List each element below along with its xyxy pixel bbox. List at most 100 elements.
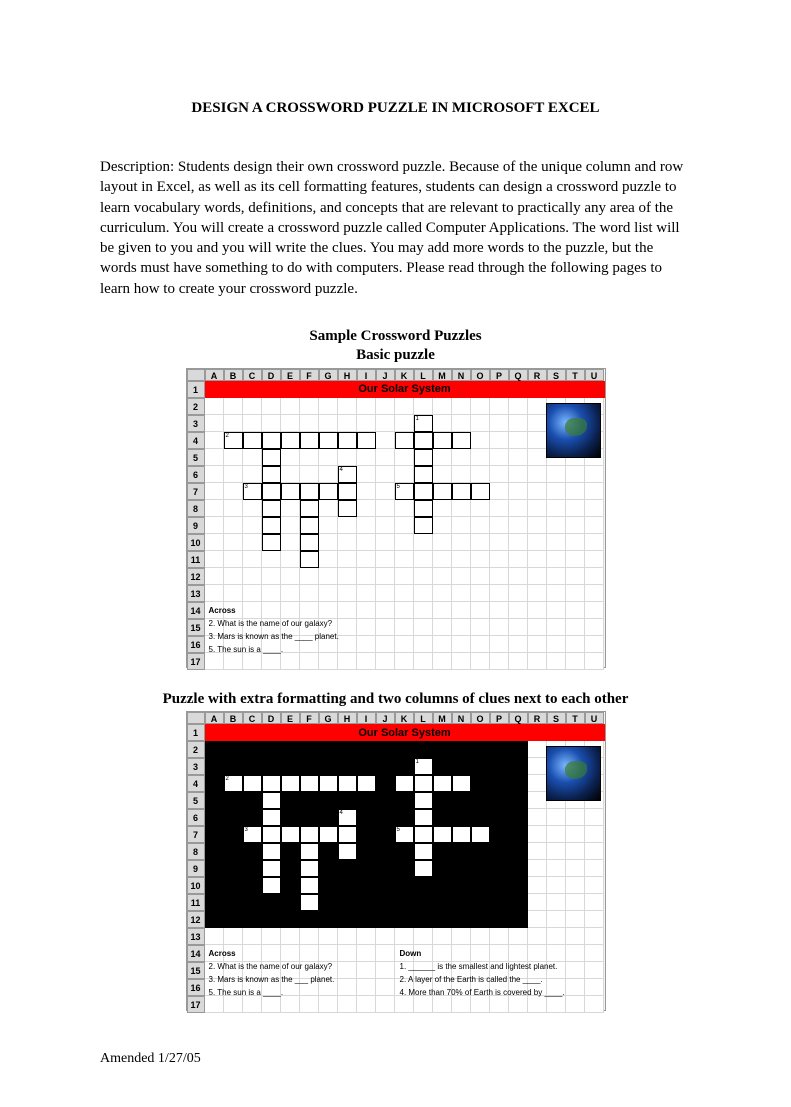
row-header: 14 xyxy=(187,945,205,962)
formatted-puzzle-heading: Puzzle with extra formatting and two col… xyxy=(100,690,691,710)
row-header: 8 xyxy=(187,500,205,517)
row-header: 4 xyxy=(187,775,205,792)
column-header: S xyxy=(547,369,566,381)
crossword-cell xyxy=(300,534,319,551)
crossword-cell xyxy=(300,843,319,860)
earth-image xyxy=(546,746,601,801)
crossword-cell xyxy=(338,483,357,500)
crossword-cell xyxy=(414,449,433,466)
crossword-cell: 5 xyxy=(395,483,414,500)
crossword-cell xyxy=(300,483,319,500)
row-header: 10 xyxy=(187,877,205,894)
column-header: K xyxy=(395,712,414,724)
column-header: N xyxy=(452,712,471,724)
crossword-cell: 3 xyxy=(243,483,262,500)
column-header: P xyxy=(490,369,509,381)
row-header: 6 xyxy=(187,809,205,826)
crossword-cell xyxy=(414,826,433,843)
crossword-cell xyxy=(452,775,471,792)
clues-across: Across2. What is the name of our galaxy?… xyxy=(209,947,335,999)
crossword-cell xyxy=(281,826,300,843)
column-header: D xyxy=(262,369,281,381)
column-header: G xyxy=(319,369,338,381)
crossword-cell xyxy=(262,534,281,551)
footer-amended: Amended 1/27/05 xyxy=(100,1051,691,1067)
column-header: N xyxy=(452,369,471,381)
row-header: 12 xyxy=(187,568,205,585)
crossword-cell xyxy=(300,894,319,911)
banner-title: Our Solar System xyxy=(205,724,605,741)
crossword-cell: 5 xyxy=(395,826,414,843)
row-header: 14 xyxy=(187,602,205,619)
crossword-cell xyxy=(262,775,281,792)
crossword-cell xyxy=(243,432,262,449)
figure-formatted-puzzle: ABCDEFGHIJKLMNOPQRSTU 123456789101112131… xyxy=(186,711,606,1011)
column-header: Q xyxy=(509,369,528,381)
column-header: R xyxy=(528,712,547,724)
column-header: Q xyxy=(509,712,528,724)
crossword-cell xyxy=(414,466,433,483)
column-header: D xyxy=(262,712,281,724)
crossword-cell xyxy=(300,775,319,792)
crossword-cell xyxy=(452,826,471,843)
row-header: 3 xyxy=(187,415,205,432)
crossword-cell xyxy=(319,432,338,449)
row-header: 3 xyxy=(187,758,205,775)
description-paragraph: Description: Students design their own c… xyxy=(100,157,691,299)
crossword-cell xyxy=(338,432,357,449)
row-header: 5 xyxy=(187,792,205,809)
crossword-cell xyxy=(433,826,452,843)
row-header: 9 xyxy=(187,517,205,534)
column-header: O xyxy=(471,712,490,724)
crossword-cell xyxy=(414,792,433,809)
crossword-cell: 4 xyxy=(338,466,357,483)
row-header: 11 xyxy=(187,894,205,911)
crossword-cell: 2 xyxy=(224,432,243,449)
crossword-cell xyxy=(262,432,281,449)
crossword-cell xyxy=(281,483,300,500)
column-header: C xyxy=(243,712,262,724)
column-header: I xyxy=(357,369,376,381)
crossword-cell xyxy=(262,792,281,809)
column-header: M xyxy=(433,369,452,381)
crossword-cell xyxy=(262,517,281,534)
column-header: G xyxy=(319,712,338,724)
row-header: 8 xyxy=(187,843,205,860)
page-title: DESIGN A CROSSWORD PUZZLE IN MICROSOFT E… xyxy=(100,100,691,117)
column-header: A xyxy=(205,712,224,724)
row-header: 16 xyxy=(187,979,205,996)
row-header: 2 xyxy=(187,398,205,415)
basic-puzzle-heading: Basic puzzle xyxy=(100,346,691,366)
crossword-cell xyxy=(338,775,357,792)
crossword-cell xyxy=(300,500,319,517)
crossword-cell xyxy=(300,517,319,534)
crossword-cell: 1 xyxy=(414,415,433,432)
column-header: U xyxy=(585,712,604,724)
row-header: 1 xyxy=(187,381,205,398)
column-header: J xyxy=(376,712,395,724)
column-header: H xyxy=(338,369,357,381)
crossword-cell xyxy=(395,775,414,792)
crossword-cell xyxy=(243,775,262,792)
row-header: 17 xyxy=(187,653,205,670)
row-header: 1 xyxy=(187,724,205,741)
crossword-cell xyxy=(395,432,414,449)
row-header: 2 xyxy=(187,741,205,758)
crossword-cell xyxy=(357,775,376,792)
clues-across: Across2. What is the name of our galaxy?… xyxy=(209,604,339,656)
row-header: 15 xyxy=(187,619,205,636)
crossword-cell xyxy=(414,432,433,449)
sheet-corner xyxy=(187,712,205,724)
column-header: C xyxy=(243,369,262,381)
column-header: L xyxy=(414,712,433,724)
column-header: S xyxy=(547,712,566,724)
sample-heading: Sample Crossword Puzzles xyxy=(100,327,691,347)
column-header: R xyxy=(528,369,547,381)
column-header: A xyxy=(205,369,224,381)
column-header: F xyxy=(300,369,319,381)
crossword-cell xyxy=(281,775,300,792)
crossword-cell xyxy=(452,483,471,500)
figure-basic-puzzle: ABCDEFGHIJKLMNOPQRSTU 123456789101112131… xyxy=(186,368,606,668)
column-header: M xyxy=(433,712,452,724)
crossword-cell xyxy=(414,860,433,877)
